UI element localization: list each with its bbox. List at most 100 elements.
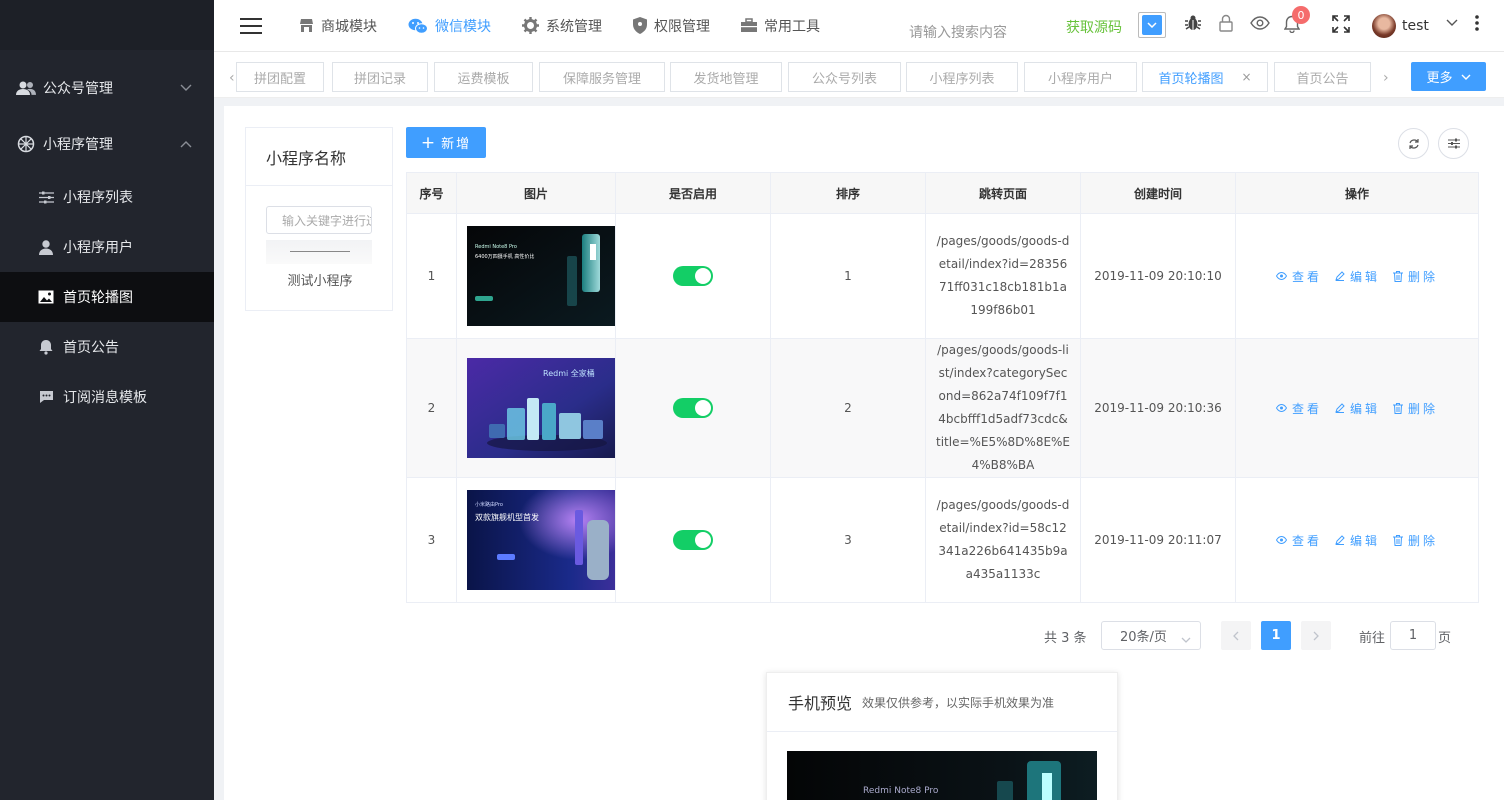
notification-badge: 0 (1292, 6, 1310, 24)
nav-permission-management[interactable]: 权限管理 (633, 16, 710, 36)
view-button[interactable]: 查看 (1275, 532, 1322, 549)
miniapp-panel-title: 小程序名称 (246, 128, 392, 186)
bell-icon (38, 339, 54, 355)
sort-cell: 1 (770, 213, 926, 339)
goto-label: 前往 (1359, 631, 1386, 646)
tab-home-notice[interactable]: 首页公告 (1274, 62, 1371, 92)
add-button[interactable]: + 新增 (406, 127, 486, 158)
edit-button[interactable]: 编辑 (1335, 268, 1380, 285)
sidebar-item-miniapp-users[interactable]: 小程序用户 (0, 222, 214, 272)
avatar (1372, 14, 1396, 38)
banner-thumbnail[interactable]: 小米路由Pro 双款旗舰机型首发 (467, 490, 615, 590)
nav-label: 系统管理 (546, 18, 602, 35)
miniapp-tree-item[interactable]: 测试小程序 (246, 270, 394, 289)
nav-common-tools[interactable]: 常用工具 (741, 16, 820, 36)
column-settings-icon[interactable] (1438, 128, 1469, 159)
miniapp-panel: 小程序名称 输入关键字进行过滤 测试小程序 (245, 127, 393, 311)
tab-official-account-list[interactable]: 公众号列表 (788, 62, 901, 92)
lock-icon[interactable] (1218, 14, 1234, 32)
phone-preview-header: 手机预览 效果仅供参考，以实际手机效果为准 (767, 673, 1117, 732)
user-menu[interactable]: test (1372, 14, 1429, 38)
tab-group-records[interactable]: 拼团记录 (332, 62, 428, 92)
delete-button[interactable]: 删除 (1393, 400, 1438, 417)
sort-cell: 2 (770, 338, 926, 478)
view-button[interactable]: 查看 (1275, 400, 1322, 417)
sidebar-group-miniapp[interactable]: 小程序管理 (0, 116, 214, 172)
close-icon[interactable]: × (1241, 70, 1251, 84)
actions-cell: 查看 编辑 删除 (1235, 213, 1479, 339)
page-size-select[interactable]: 20条/页 (1101, 621, 1201, 650)
tab-miniapp-list[interactable]: 小程序列表 (906, 62, 1018, 92)
jump-url: /pages/goods/goods-detail/index?id=28356… (936, 234, 1070, 317)
actions-cell: 查看 编辑 删除 (1235, 338, 1479, 478)
column-header: 操作 (1235, 172, 1479, 214)
sidebar-item-miniapp-list[interactable]: 小程序列表 (0, 172, 214, 222)
banner-image-cell: Redmi 全家桶 (456, 338, 616, 478)
jump-page-cell: /pages/goods/goods-detail/index?id=58c12… (925, 477, 1081, 603)
enabled-switch[interactable] (673, 266, 713, 286)
enabled-switch[interactable] (673, 398, 713, 418)
bug-icon[interactable] (1184, 14, 1202, 32)
trash-icon (1393, 534, 1403, 546)
sidebar-item-label: 订阅消息模板 (63, 390, 147, 406)
phone-preview-banner: Redmi Note8 Pro (787, 751, 1097, 800)
sidebar-item-subscribe-template[interactable]: 订阅消息模板 (0, 372, 214, 422)
refresh-icon[interactable] (1398, 128, 1429, 159)
tabs-scroll-left-icon[interactable]: ‹ (229, 70, 235, 86)
eye-icon[interactable] (1250, 16, 1270, 30)
app: 公众号管理 小程序管理 小程序列表 小程序用户 首页轮播图 首页公告 订阅消息模… (0, 0, 1504, 800)
tab-home-carousel[interactable]: 首页轮播图 × (1142, 62, 1268, 92)
sidebar-group-official-account[interactable]: 公众号管理 (0, 60, 214, 116)
more-vertical-icon[interactable] (1475, 15, 1479, 31)
delete-button[interactable]: 删除 (1393, 268, 1438, 285)
edit-button[interactable]: 编辑 (1335, 400, 1380, 417)
jump-url: /pages/goods/goods-detail/index?id=58c12… (936, 498, 1070, 581)
sidebar-item-home-notice[interactable]: 首页公告 (0, 322, 214, 372)
sidebar-item-home-carousel[interactable]: 首页轮播图 (0, 272, 214, 322)
goto-page-input[interactable]: 1 (1390, 621, 1436, 650)
delete-button[interactable]: 删除 (1393, 532, 1438, 549)
tab-miniapp-users[interactable]: 小程序用户 (1024, 62, 1137, 92)
edit-button[interactable]: 编辑 (1335, 532, 1380, 549)
banner-thumbnail[interactable]: Redmi 全家桶 (467, 358, 615, 458)
edit-icon (1335, 403, 1345, 413)
add-label: 新增 (441, 137, 472, 152)
get-source-link[interactable]: 获取源码 (1066, 17, 1122, 37)
fullscreen-icon[interactable] (1332, 15, 1350, 33)
column-header: 图片 (456, 172, 616, 214)
column-header: 序号 (406, 172, 457, 214)
tab-freight-template[interactable]: 运费模板 (434, 62, 533, 92)
source-dropdown-button[interactable] (1138, 12, 1166, 38)
prev-page-button[interactable] (1221, 621, 1251, 650)
sidebar: 公众号管理 小程序管理 小程序列表 小程序用户 首页轮播图 首页公告 订阅消息模… (0, 0, 214, 800)
banner-thumbnail[interactable]: Redmi Note8 Pro 6400万四摄手机 高性价比 (467, 226, 615, 326)
enabled-switch[interactable] (673, 530, 713, 550)
tabs-scroll-right-icon[interactable]: › (1383, 70, 1389, 86)
column-header: 是否启用 (615, 172, 771, 214)
svg-text:小米路由Pro: 小米路由Pro (475, 501, 503, 508)
banner-image-cell: Redmi Note8 Pro 6400万四摄手机 高性价比 (456, 213, 616, 339)
nav-wechat-module[interactable]: 微信模块 (408, 16, 491, 36)
menu-toggle-icon[interactable] (229, 0, 273, 52)
tab-service-guarantee[interactable]: 保障服务管理 (539, 62, 665, 92)
sidebar-logo-area (0, 0, 214, 50)
view-button[interactable]: 查看 (1275, 268, 1322, 285)
plus-icon: + (420, 132, 436, 153)
carousel-table: 序号 图片 是否启用 排序 跳转页面 创建时间 操作 1 Redmi Note8… (406, 172, 1479, 603)
miniapp-filter-input[interactable]: 输入关键字进行过滤 (266, 206, 372, 234)
enabled-cell (615, 477, 771, 603)
more-tabs-button[interactable]: 更多 (1411, 62, 1486, 91)
phone-preview-title: 手机预览 (788, 694, 853, 713)
page-unit-label: 页 (1438, 631, 1452, 646)
table-row: 3 小米路由Pro 双款旗舰机型首发 3 /pages/goods/goods-… (406, 477, 1479, 603)
page-number-current[interactable]: 1 (1261, 621, 1291, 650)
shop-icon (299, 18, 314, 33)
table-header-row: 序号 图片 是否启用 排序 跳转页面 创建时间 操作 (406, 172, 1479, 214)
tab-shipping-location[interactable]: 发货地管理 (670, 62, 782, 92)
nav-system-management[interactable]: 系统管理 (522, 16, 602, 36)
nav-shop-module[interactable]: 商城模块 (299, 16, 377, 36)
header-search-input[interactable]: 请输入搜索内容 (909, 22, 1007, 42)
chevron-down-icon[interactable] (1446, 19, 1458, 27)
tab-group-config[interactable]: 拼团配置 (236, 62, 324, 92)
next-page-button[interactable] (1301, 621, 1331, 650)
